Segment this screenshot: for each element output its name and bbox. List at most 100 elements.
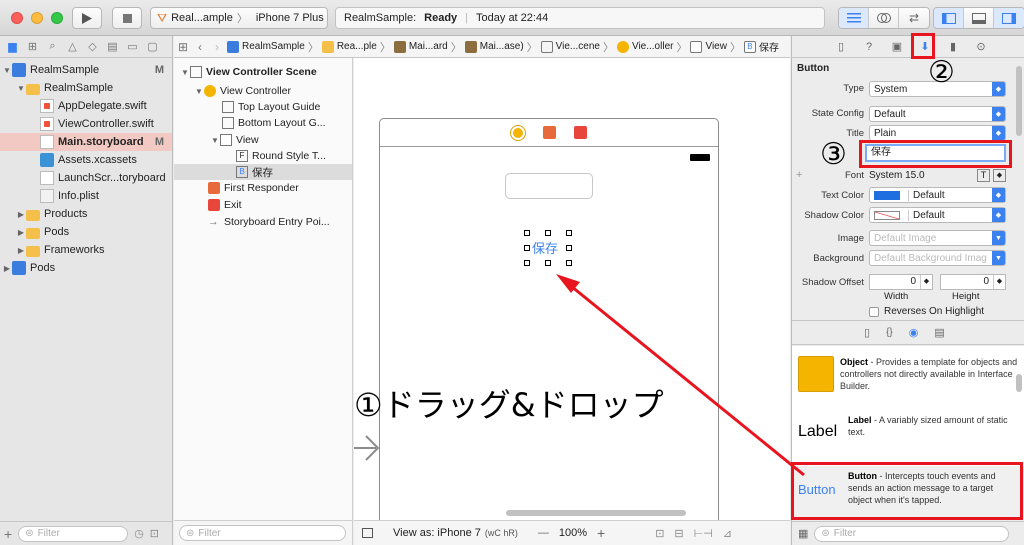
related-items-icon[interactable]: ⊞	[178, 40, 190, 54]
storyboard-canvas[interactable]: 保存 ①ドラッグ&ドロップ	[354, 58, 790, 520]
font-picker-icon[interactable]: T	[977, 168, 990, 182]
view-controller-icon[interactable]	[511, 125, 525, 140]
stepper-icon[interactable]: ◆	[993, 168, 1006, 182]
run-button[interactable]	[72, 7, 102, 29]
nav-item-group[interactable]: ▼ RealmSample	[0, 79, 172, 97]
library-item-label[interactable]: Label Label - A variably sized amount of…	[792, 410, 1024, 450]
pin-icon[interactable]: ⊢⊣	[694, 527, 713, 540]
background-image-combo[interactable]: Default Background Imag ▼	[869, 250, 1006, 266]
resize-handle[interactable]	[566, 245, 572, 251]
resize-handle[interactable]	[524, 245, 530, 251]
shadow-offset-width-field[interactable]: 0 ◆	[869, 274, 933, 290]
object-library-icon[interactable]: ◉	[909, 326, 919, 339]
close-window-button[interactable]	[11, 12, 23, 24]
minimize-window-button[interactable]	[31, 12, 43, 24]
first-responder-icon[interactable]	[543, 126, 556, 139]
exit-icon[interactable]	[574, 126, 587, 139]
stepper-icon[interactable]: ◆	[920, 275, 932, 289]
shadow-offset-height-field[interactable]: 0 ◆	[940, 274, 1006, 290]
outline-row[interactable]: Top Layout Guide	[174, 99, 352, 115]
breakpoint-navigator-tab[interactable]: ▭	[124, 38, 141, 55]
library-filter-input[interactable]: ⊜ Filter	[814, 525, 1010, 542]
update-frames-icon[interactable]: ⊡	[655, 527, 664, 540]
zoom-window-button[interactable]	[51, 12, 63, 24]
symbol-navigator-tab[interactable]: ⊞	[24, 38, 41, 55]
file-template-icon[interactable]: ▯	[864, 326, 870, 339]
resize-handle[interactable]	[524, 260, 530, 266]
zoom-out-button[interactable]: —	[538, 527, 549, 539]
resize-handle[interactable]	[545, 230, 551, 236]
library-item-object[interactable]: Object - Provides a template for objects…	[792, 352, 1024, 402]
nav-item-file[interactable]: LaunchScr...toryboard	[0, 169, 172, 187]
breadcrumb-item[interactable]: RealmSample	[227, 40, 305, 53]
nav-item-file-selected[interactable]: Main.storyboard M	[0, 133, 172, 151]
debug-navigator-tab[interactable]: ▤	[104, 38, 121, 55]
find-navigator-tab[interactable]: ⌕	[44, 38, 61, 55]
breadcrumb-item[interactable]: Mai...ase)	[464, 40, 524, 53]
breadcrumb-item[interactable]: Mai...ard	[393, 40, 448, 53]
resize-handle[interactable]	[566, 260, 572, 266]
report-navigator-tab[interactable]: ▢	[144, 38, 161, 55]
nav-item-group[interactable]: ▶ Pods	[0, 223, 172, 241]
toggle-debug-button[interactable]	[964, 8, 994, 28]
title-style-popup[interactable]: Plain ◆	[869, 125, 1006, 141]
scheme-selector[interactable]: ⛛ Real...ample 〉 iPhone 7 Plus	[150, 7, 328, 29]
toggle-outline-icon[interactable]	[362, 528, 373, 538]
identity-inspector-tab[interactable]: ▣	[890, 40, 904, 54]
connections-inspector-tab[interactable]: ⊙	[974, 40, 988, 54]
scm-filter-icon[interactable]: ⊡	[150, 527, 159, 540]
breadcrumb-item[interactable]: View	[690, 40, 727, 53]
outline-row[interactable]: Exit	[174, 197, 352, 213]
nav-item-group[interactable]: ▶ Frameworks	[0, 241, 172, 259]
reverses-on-highlight-checkbox[interactable]	[869, 307, 879, 317]
view-controller-scene[interactable]: 保存	[379, 118, 719, 520]
outline-row[interactable]: ▼ View Controller	[174, 83, 352, 99]
stop-button[interactable]	[112, 7, 142, 29]
assistant-editor-button[interactable]	[869, 8, 899, 28]
standard-editor-button[interactable]	[839, 8, 869, 28]
image-combo[interactable]: Default Image ▼	[869, 230, 1006, 246]
media-library-icon[interactable]: ▤	[934, 326, 944, 339]
nav-item-project[interactable]: ▼ RealmSample M	[0, 61, 172, 79]
test-navigator-tab[interactable]: ◇	[84, 38, 101, 55]
add-variation-icon[interactable]: +	[796, 169, 802, 181]
breadcrumb-item[interactable]: Vie...cene	[540, 40, 600, 53]
resize-handle[interactable]	[545, 260, 551, 266]
outline-filter-input[interactable]: ⊜ Filter	[179, 525, 346, 541]
inspector-scrollbar[interactable]	[1016, 66, 1022, 136]
round-style-text-field[interactable]	[505, 173, 593, 199]
resolve-issues-icon[interactable]: ⊿	[723, 527, 732, 540]
toggle-navigator-button[interactable]	[934, 8, 964, 28]
outline-row[interactable]: F Round Style T...	[174, 148, 352, 164]
issue-navigator-tab[interactable]: △	[64, 38, 81, 55]
outline-row[interactable]: ▼ View	[174, 132, 352, 148]
library-scrollbar[interactable]	[1016, 374, 1022, 392]
add-icon[interactable]: +	[4, 526, 12, 542]
nav-item-file[interactable]: Info.plist	[0, 187, 172, 205]
text-color-well[interactable]: Default ◆	[869, 187, 1006, 203]
breadcrumb-item[interactable]: Rea...ple	[321, 40, 377, 53]
outline-row-selected[interactable]: B 保存	[174, 164, 352, 180]
project-navigator-tab[interactable]: ▆	[4, 38, 21, 55]
toggle-utilities-button[interactable]	[994, 8, 1024, 28]
font-field[interactable]: System 15.0 T ◆	[869, 167, 1006, 183]
nav-item-file[interactable]: ViewController.swift	[0, 115, 172, 133]
file-inspector-tab[interactable]: ▯	[834, 40, 848, 54]
navigator-filter-input[interactable]: ⊜ Filter	[18, 525, 129, 542]
recent-files-icon[interactable]: ◷	[134, 527, 144, 540]
stepper-icon[interactable]: ◆	[993, 275, 1005, 289]
back-button[interactable]: ‹	[193, 40, 207, 54]
selected-button[interactable]: 保存	[524, 230, 572, 266]
nav-item-file[interactable]: AppDelegate.swift	[0, 97, 172, 115]
horizontal-scrollbar[interactable]	[506, 510, 686, 516]
nav-item-file[interactable]: Assets.xcassets	[0, 151, 172, 169]
align-icon[interactable]: ⊟	[674, 527, 683, 540]
grid-view-icon[interactable]: ▦	[798, 527, 808, 540]
breadcrumb-item[interactable]: B 保存	[743, 39, 779, 54]
outline-row[interactable]: → Storyboard Entry Poi...	[174, 214, 352, 230]
nav-item-group[interactable]: ▶ Products	[0, 205, 172, 223]
zoom-in-button[interactable]: +	[597, 525, 605, 541]
resize-handle[interactable]	[566, 230, 572, 236]
device-config-label[interactable]: View as: iPhone 7	[393, 527, 481, 539]
forward-button[interactable]: ›	[210, 40, 224, 54]
